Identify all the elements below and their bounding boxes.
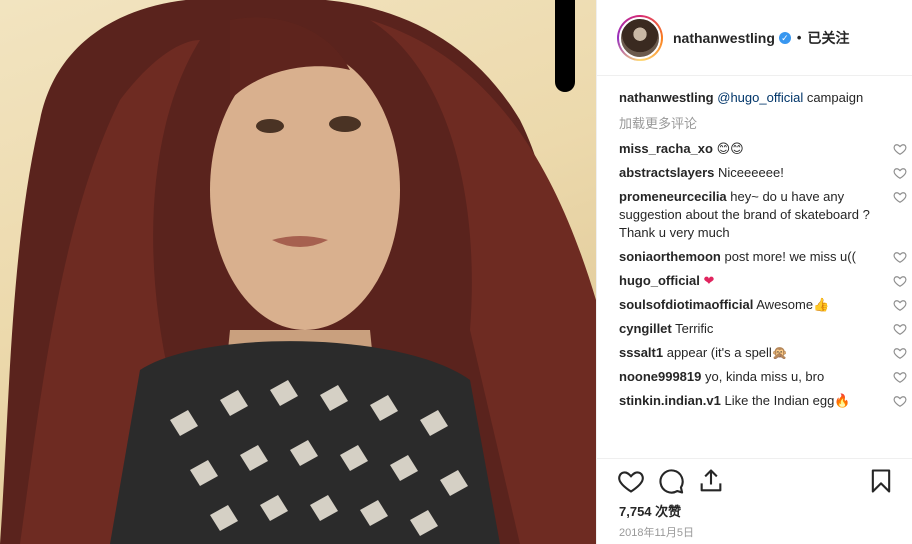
post-header: nathanwestling ✓ • 已关注	[597, 0, 912, 76]
comment-username[interactable]: soniaorthemoon	[619, 249, 721, 264]
comments-list: nathanwestling @hugo_official campaign 加…	[619, 88, 907, 410]
follow-status-button[interactable]: 已关注	[807, 28, 849, 48]
caption-mention[interactable]: @hugo_official	[717, 90, 803, 105]
post-side-panel: nathanwestling ✓ • 已关注 nathanwestling @h…	[596, 0, 912, 544]
comment-username[interactable]: soulsofdiotimaofficial	[619, 297, 753, 312]
share-icon[interactable]	[697, 467, 725, 495]
comment-like-heart-icon[interactable]	[893, 346, 907, 360]
portrait-illustration	[0, 0, 596, 544]
load-more-comments-button[interactable]: 加载更多评论	[619, 114, 897, 134]
comment-row: miss_racha_xo 😊😊	[619, 140, 907, 158]
comment-emoji: ❤	[703, 273, 715, 288]
comment-bubble-icon[interactable]	[657, 467, 685, 495]
comment-emoji: 🔥	[834, 393, 851, 408]
comment-like-heart-icon[interactable]	[893, 142, 907, 156]
verified-badge-icon: ✓	[778, 31, 791, 44]
like-count[interactable]: 7,754 次赞	[619, 501, 681, 520]
caption-text: campaign	[803, 90, 864, 105]
post-caption: nathanwestling @hugo_official campaign	[619, 88, 897, 108]
comment-text: Like the Indian egg	[724, 393, 835, 408]
comment-like-heart-icon[interactable]	[893, 370, 907, 384]
scrollbar-thumb[interactable]	[555, 0, 575, 92]
comment-like-heart-icon[interactable]	[893, 298, 907, 312]
comment-row: noone999819 yo, kinda miss u, bro	[619, 368, 907, 386]
comment-text: post more! we miss u((	[724, 249, 856, 264]
comment-like-heart-icon[interactable]	[893, 274, 907, 288]
bookmark-icon[interactable]	[867, 467, 895, 495]
separator-dot: •	[796, 30, 802, 45]
comment-username[interactable]: hugo_official	[619, 273, 700, 288]
comment-row: cyngillet Terrific	[619, 320, 907, 338]
comment-text: Awesome	[756, 297, 814, 312]
comment-like-heart-icon[interactable]	[893, 190, 907, 204]
comment-text: Niceeeeee!	[718, 165, 784, 180]
post-username[interactable]: nathanwestling	[673, 30, 775, 46]
comment-text: yo, kinda miss u, bro	[705, 369, 825, 384]
post-actions-bar: 7,754 次赞 2018年11月5日	[597, 458, 912, 544]
comment-username[interactable]: miss_racha_xo	[619, 141, 713, 156]
comment-username[interactable]: cyngillet	[619, 321, 672, 336]
comment-username[interactable]: sssalt1	[619, 345, 663, 360]
comment-row: abstractslayers Niceeeeee!	[619, 164, 907, 182]
heart-icon[interactable]	[617, 467, 645, 495]
post-photo[interactable]	[0, 0, 596, 544]
comment-text: Terrific	[675, 321, 714, 336]
comment-like-heart-icon[interactable]	[893, 250, 907, 264]
comment-like-heart-icon[interactable]	[893, 322, 907, 336]
comment-username[interactable]: stinkin.indian.v1	[619, 393, 721, 408]
comment-like-heart-icon[interactable]	[893, 166, 907, 180]
comment-emoji: 😊😊	[716, 141, 744, 156]
comment-like-heart-icon[interactable]	[893, 394, 907, 408]
comment-row: hugo_official ❤	[619, 272, 907, 290]
comment-emoji: 🙊	[771, 345, 788, 360]
comment-row: promeneurcecilia hey~ do u have any sugg…	[619, 188, 907, 242]
comment-text: appear (it's a spell	[666, 345, 772, 360]
instagram-post-view: nathanwestling ✓ • 已关注 nathanwestling @h…	[0, 0, 912, 544]
avatar[interactable]	[617, 14, 663, 61]
comment-row: stinkin.indian.v1 Like the Indian egg🔥	[619, 392, 907, 410]
comment-row: sssalt1 appear (it's a spell🙊	[619, 344, 907, 362]
post-date[interactable]: 2018年11月5日	[619, 524, 694, 540]
comment-username[interactable]: noone999819	[619, 369, 701, 384]
comment-row: soniaorthemoon post more! we miss u((	[619, 248, 907, 266]
comment-username[interactable]: promeneurcecilia	[619, 189, 727, 204]
comment-username[interactable]: abstractslayers	[619, 165, 714, 180]
comment-emoji: 👍	[813, 297, 830, 312]
comment-row: soulsofdiotimaofficial Awesome👍	[619, 296, 907, 314]
caption-username[interactable]: nathanwestling	[619, 90, 714, 105]
